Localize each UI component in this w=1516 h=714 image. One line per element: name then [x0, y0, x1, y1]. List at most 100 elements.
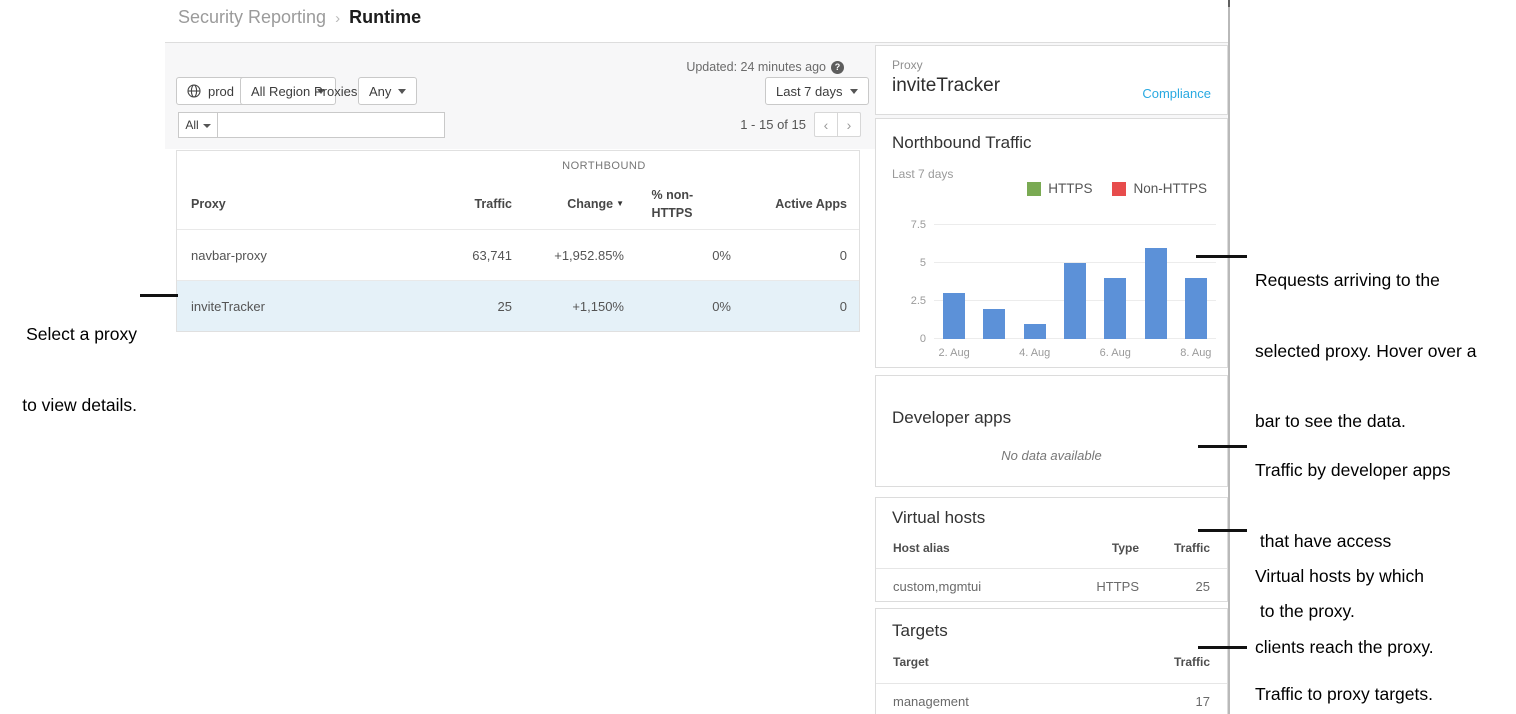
- legend-item-non-https: Non-HTTPS: [1112, 181, 1207, 196]
- bar-slot: [934, 225, 974, 339]
- targets-title: Targets: [892, 621, 1211, 641]
- chart-bar[interactable]: [1104, 278, 1126, 339]
- chart-bar[interactable]: [1145, 248, 1167, 339]
- legend-swatch-non-https: [1112, 182, 1126, 196]
- pagination-prev-button[interactable]: ‹: [814, 112, 838, 137]
- date-range-dropdown[interactable]: Last 7 days: [765, 77, 869, 105]
- screen: Security Reporting › Runtime prod All Re…: [0, 0, 1516, 714]
- breadcrumb-parent[interactable]: Security Reporting: [178, 7, 326, 28]
- chart-subtitle: Last 7 days: [892, 167, 953, 181]
- chart-plot: [934, 225, 1216, 339]
- breadcrumb: Security Reporting › Runtime: [178, 7, 421, 28]
- chevron-left-icon: ‹: [824, 117, 829, 133]
- cell-traffic: 25: [406, 299, 512, 314]
- any-dropdown[interactable]: Any: [358, 77, 417, 105]
- column-header-traffic[interactable]: Traffic: [406, 197, 512, 211]
- bar-slot: [1135, 225, 1175, 339]
- help-icon[interactable]: ?: [831, 61, 844, 74]
- column-header-type: Type: [1079, 541, 1139, 555]
- cell-proxy: navbar-proxy: [191, 248, 406, 263]
- chart-bar[interactable]: [1185, 278, 1207, 339]
- table-group-header-row: NORTHBOUND: [177, 151, 859, 179]
- table-header-row: Proxy Traffic Change▼ % non-HTTPS Active…: [177, 179, 859, 229]
- annotation-connector: [140, 294, 178, 297]
- updated-status: Updated: 24 minutes ago ?: [560, 60, 844, 74]
- chart-bar[interactable]: [1024, 324, 1046, 339]
- column-header-proxy[interactable]: Proxy: [191, 197, 406, 211]
- cell-change: +1,150%: [512, 299, 624, 314]
- compliance-link[interactable]: Compliance: [1142, 86, 1211, 101]
- chevron-right-icon: ›: [847, 117, 852, 133]
- virtual-hosts-header-row: Host alias Type Traffic: [876, 528, 1227, 568]
- date-range-label: Last 7 days: [776, 84, 843, 99]
- x-tick-label: 4. Aug: [1007, 347, 1063, 359]
- annotation-connector: [1198, 445, 1247, 448]
- column-header-non-https[interactable]: % non-HTTPS: [624, 186, 731, 222]
- column-header-traffic: Traffic: [1139, 541, 1210, 555]
- annotation-select-proxy: Select a proxy to view details.: [0, 276, 137, 464]
- column-header-change[interactable]: Change▼: [512, 197, 624, 211]
- y-tick-label: 5: [920, 257, 926, 269]
- breadcrumb-separator-icon: ›: [335, 10, 340, 27]
- annotation-connector: [1198, 529, 1247, 532]
- cell-traffic: 63,741: [406, 248, 512, 263]
- x-tick-label: 6. Aug: [1087, 347, 1143, 359]
- bar-slot: [1095, 225, 1135, 339]
- proxy-detail-label: Proxy: [892, 58, 1211, 72]
- bar-slot: [1015, 225, 1055, 339]
- cell-non-https: 0%: [624, 248, 731, 263]
- cell-traffic: 17: [1130, 694, 1210, 709]
- x-tick-label: 2. Aug: [926, 347, 982, 359]
- cell-host-alias: custom,mgmtui: [893, 579, 1079, 594]
- search-scope-dropdown[interactable]: All: [178, 112, 218, 138]
- sort-desc-icon: ▼: [616, 199, 624, 208]
- proxy-table: NORTHBOUND Proxy Traffic Change▼ % non-H…: [176, 150, 860, 332]
- chart-y-axis: 02.557.5: [876, 225, 926, 339]
- legend-label-https: HTTPS: [1048, 181, 1092, 196]
- y-tick-label: 0: [920, 333, 926, 345]
- pagination-next-button[interactable]: ›: [837, 112, 861, 137]
- annotation-targets: Traffic to proxy targets.: [1255, 636, 1433, 714]
- search-scope-label: All: [185, 118, 198, 132]
- virtual-host-row[interactable]: custom,mgmtui HTTPS 25: [876, 569, 1227, 603]
- page-divider: [1228, 0, 1230, 714]
- cell-proxy: inviteTracker: [191, 299, 406, 314]
- environment-label: prod: [208, 84, 234, 99]
- proxy-detail-card: Proxy inviteTracker Compliance: [875, 45, 1228, 115]
- chart-bar[interactable]: [983, 309, 1005, 339]
- chart-x-axis: 2. Aug4. Aug6. Aug8. Aug: [934, 347, 1216, 361]
- y-tick-label: 7.5: [911, 219, 926, 231]
- bar-slot: [1055, 225, 1095, 339]
- chart-title: Northbound Traffic: [892, 133, 1032, 153]
- chevron-down-icon: [398, 89, 406, 94]
- chevron-down-icon: [203, 124, 211, 128]
- chart-bar[interactable]: [1064, 263, 1086, 339]
- legend-swatch-https: [1027, 182, 1041, 196]
- virtual-hosts-title: Virtual hosts: [892, 508, 1211, 528]
- search-input[interactable]: [217, 112, 445, 138]
- scrollbar-thumb[interactable]: [1228, 0, 1230, 7]
- targets-header-row: Target Traffic: [876, 641, 1227, 683]
- column-header-host-alias: Host alias: [893, 541, 1079, 555]
- developer-apps-card: Developer apps No data available: [875, 375, 1228, 487]
- targets-card: Targets Target Traffic management 17: [875, 608, 1228, 714]
- cell-type: HTTPS: [1079, 579, 1139, 594]
- table-row-selected[interactable]: inviteTracker 25 +1,150% 0% 0: [177, 280, 859, 331]
- target-row[interactable]: management 17: [876, 684, 1227, 714]
- virtual-hosts-card: Virtual hosts Host alias Type Traffic cu…: [875, 497, 1228, 602]
- column-header-traffic: Traffic: [1130, 655, 1210, 669]
- any-label: Any: [369, 84, 391, 99]
- region-label: All Region: [251, 84, 310, 99]
- table-row[interactable]: navbar-proxy 63,741 +1,952.85% 0% 0: [177, 229, 859, 280]
- y-tick-label: 2.5: [911, 295, 926, 307]
- column-header-active-apps[interactable]: Active Apps: [731, 197, 847, 211]
- annotation-connector: [1196, 255, 1247, 258]
- globe-icon: [187, 84, 201, 98]
- chevron-down-icon: [850, 89, 858, 94]
- developer-apps-empty-text: No data available: [892, 448, 1211, 463]
- column-header-target: Target: [893, 655, 1130, 669]
- chart-bar[interactable]: [943, 293, 965, 339]
- bar-slot: [1176, 225, 1216, 339]
- pagination-count: 1 - 15 of 15: [640, 117, 806, 132]
- chart-legend: HTTPS Non-HTTPS: [1027, 181, 1207, 196]
